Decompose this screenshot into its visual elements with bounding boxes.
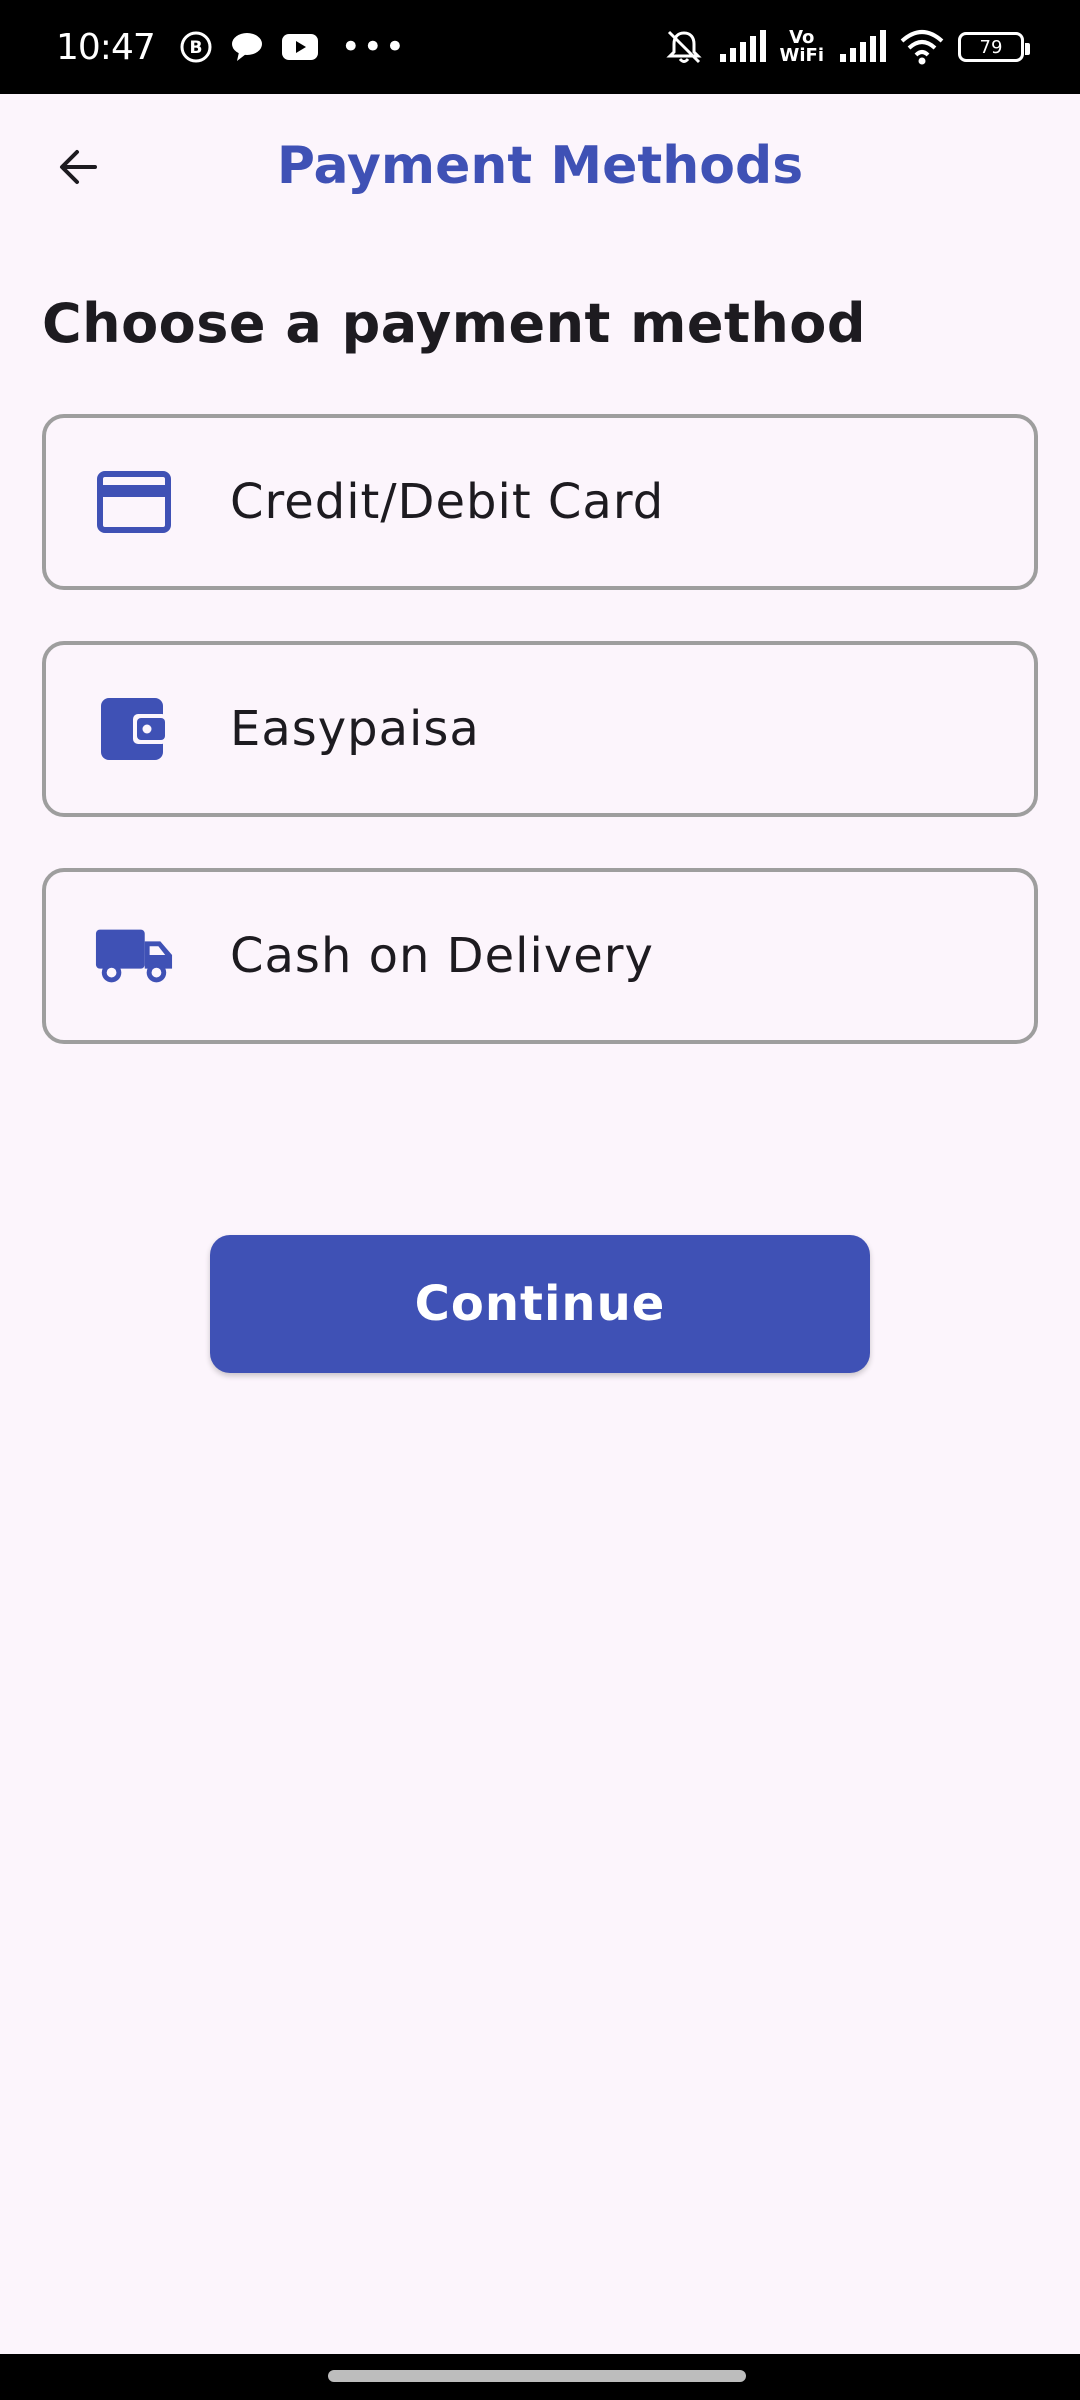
bell-muted-icon bbox=[664, 27, 704, 67]
home-indicator[interactable] bbox=[328, 2370, 746, 2382]
youtube-icon bbox=[281, 32, 319, 62]
credit-card-icon bbox=[94, 462, 174, 542]
truck-icon bbox=[94, 916, 174, 996]
vowifi-icon: Vo WiFi bbox=[780, 29, 825, 65]
signal-icon bbox=[838, 30, 886, 64]
status-time: 10:47 bbox=[56, 26, 156, 68]
payment-option-label: Cash on Delivery bbox=[230, 928, 654, 984]
app-bar: Payment Methods bbox=[0, 94, 1080, 246]
navigation-bar bbox=[0, 2354, 1080, 2400]
b-icon: B bbox=[179, 30, 213, 64]
continue-button[interactable]: Continue bbox=[210, 1235, 870, 1373]
page-title: Payment Methods bbox=[276, 136, 804, 196]
section-heading: Choose a payment method bbox=[42, 292, 867, 355]
signal-icon bbox=[718, 30, 766, 64]
payment-option-easypaisa[interactable]: Easypaisa bbox=[42, 641, 1038, 817]
payment-option-cod[interactable]: Cash on Delivery bbox=[42, 868, 1038, 1044]
more-dots-icon: ••• bbox=[340, 27, 407, 67]
chat-icon bbox=[229, 30, 265, 64]
vowifi-bottom: WiFi bbox=[779, 45, 825, 66]
payment-option-card[interactable]: Credit/Debit Card bbox=[42, 414, 1038, 590]
svg-text:B: B bbox=[189, 38, 202, 58]
payment-option-label: Easypaisa bbox=[230, 701, 480, 757]
battery-level: 79 bbox=[979, 36, 1003, 58]
status-bar: 10:47 B ••• Vo WiFi 79 bbox=[0, 0, 1080, 94]
battery-icon: 79 bbox=[958, 32, 1030, 62]
wallet-icon bbox=[94, 689, 174, 769]
payment-option-label: Credit/Debit Card bbox=[230, 474, 665, 530]
wifi-icon bbox=[900, 29, 944, 65]
